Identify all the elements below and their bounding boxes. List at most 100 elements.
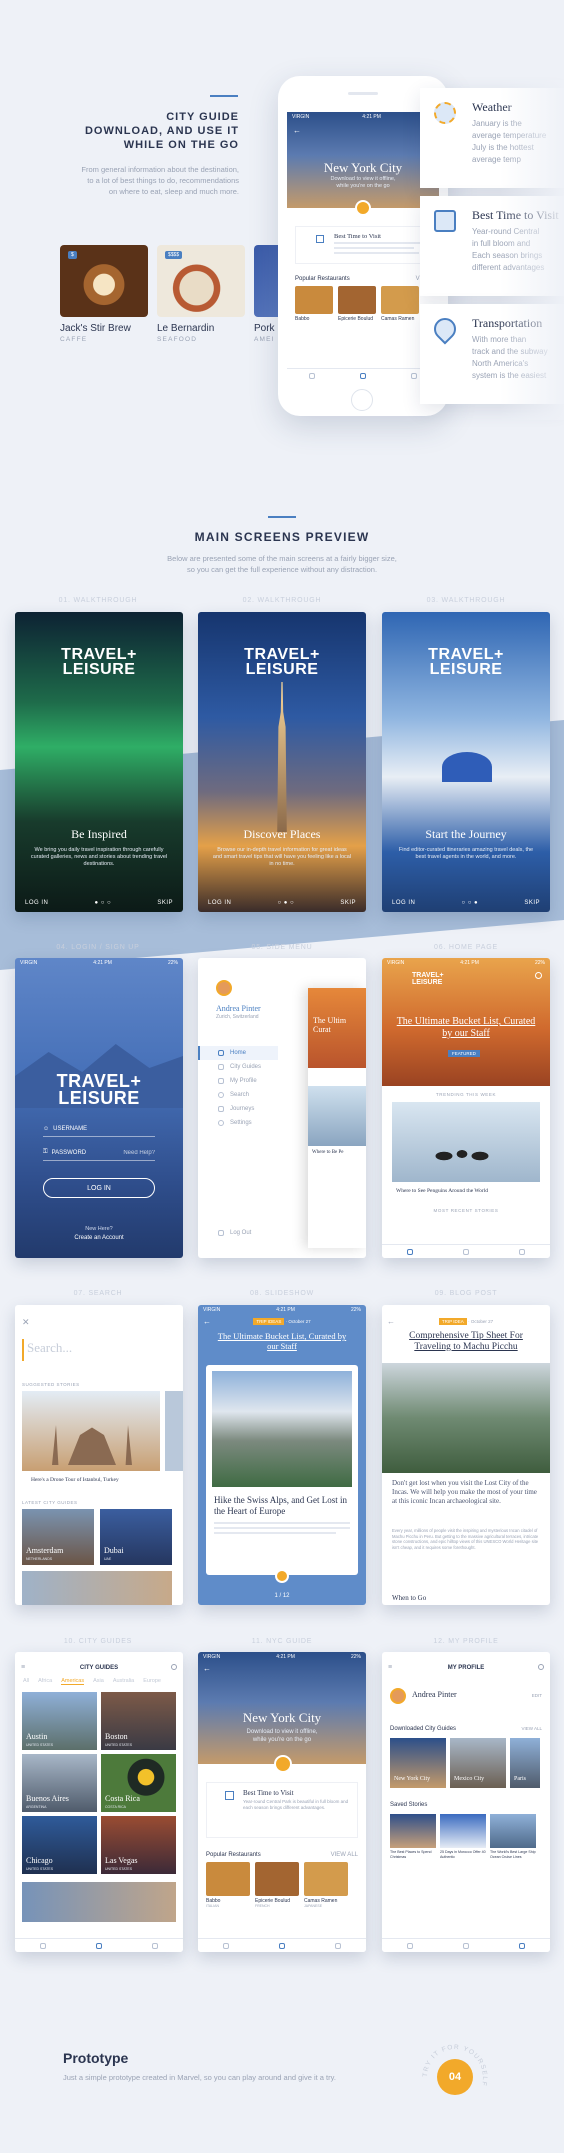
- walkthrough-screen-2: TRAVEL+ LEISURE Discover Places Browse ou…: [198, 612, 366, 912]
- login-screen: VIRGIN 4:21 PM 22% TRAVEL+ LEISURE ☺ USERNAM…: [15, 958, 183, 1258]
- skip-link[interactable]: SKIP: [524, 900, 540, 906]
- tab-americas[interactable]: Americas: [61, 1678, 85, 1685]
- calendar-icon: [316, 235, 324, 243]
- home-button[interactable]: [351, 389, 373, 411]
- prototype-description: Just a simple prototype created in Marve…: [63, 2073, 336, 2082]
- skip-link[interactable]: SKIP: [157, 900, 173, 906]
- restaurant-thumb[interactable]: Camas Ramen JAPANESE: [304, 1862, 348, 1908]
- login-button[interactable]: LOG IN: [43, 1178, 155, 1198]
- logout-button[interactable]: Log Out: [218, 1226, 251, 1240]
- city-card[interactable]: Buenos Aires ARGENTINA: [22, 1754, 97, 1812]
- restaurant-thumb[interactable]: Epicerie Boulud: [338, 286, 376, 322]
- back-arrow-icon[interactable]: ←: [203, 1664, 211, 1673]
- restaurant-thumb[interactable]: Babbo ITALIAN: [206, 1862, 250, 1908]
- city-card-dubai[interactable]: Dubai UAE: [100, 1509, 172, 1565]
- saved-story[interactable]: The Best Places to Spend Christmas: [390, 1814, 436, 1859]
- try-it-badge[interactable]: TRY IT FOR YOURSELF 04: [420, 2042, 490, 2112]
- home-icon[interactable]: [309, 372, 316, 379]
- edit-link[interactable]: EDIT: [532, 1693, 542, 1698]
- search-input[interactable]: Search...: [22, 1339, 175, 1361]
- menu-item-settings[interactable]: Settings: [198, 1116, 278, 1130]
- tab-all[interactable]: All: [23, 1678, 29, 1685]
- profile-icon[interactable]: [519, 1942, 525, 1949]
- trending-story[interactable]: [392, 1102, 540, 1182]
- menu-item-search[interactable]: Search: [198, 1088, 278, 1102]
- restaurant-name: Le Bernardin: [157, 323, 215, 334]
- downloaded-city[interactable]: Mexico City: [450, 1738, 506, 1788]
- profile-icon[interactable]: [152, 1942, 158, 1949]
- visit-card[interactable]: Best Time to Visit Year-round Central Pa…: [206, 1782, 358, 1838]
- view-all-link[interactable]: VIEW ALL: [521, 1726, 542, 1732]
- city-card[interactable]: Chicago UNITED STATES: [22, 1816, 97, 1874]
- profile-icon[interactable]: [410, 372, 417, 379]
- saved-story[interactable]: The World's Best Large Ship Ocean Cruise…: [490, 1814, 536, 1859]
- gear-icon: [218, 1120, 224, 1126]
- blog-post-screen: ← TRIP IDEA · October 27 Comprehensive T…: [382, 1305, 550, 1605]
- downloaded-city[interactable]: New York City: [390, 1738, 446, 1788]
- menu-item-journeys[interactable]: Journeys: [198, 1102, 278, 1116]
- lock-icon: ⚿: [43, 1149, 48, 1155]
- menu-item-home[interactable]: Home: [198, 1046, 278, 1060]
- visit-card[interactable]: Best Time to Visit: [295, 226, 431, 264]
- guides-icon[interactable]: [359, 372, 366, 379]
- suggested-story-peek[interactable]: [165, 1391, 183, 1471]
- restaurant-card[interactable]: $$$$ Le Bernardin SEAFOOD: [157, 245, 245, 343]
- restaurant-thumb[interactable]: Camas Ramen: [381, 286, 419, 322]
- tab-asia[interactable]: Asia: [93, 1678, 104, 1685]
- password-field[interactable]: ⚿ PASSWORD Need Help?: [43, 1145, 155, 1161]
- home-icon[interactable]: [407, 1942, 413, 1949]
- guides-icon[interactable]: [279, 1942, 285, 1949]
- tab-bar: [15, 1938, 183, 1952]
- slideshow-screen: VIRGIN 4:21 PM 22% ← TRIP IDEAS · October …: [198, 1305, 366, 1605]
- suggested-story[interactable]: [22, 1391, 160, 1471]
- downloaded-city[interactable]: Paris: [510, 1738, 540, 1788]
- city-card[interactable]: Austin UNITED STATES: [22, 1692, 97, 1750]
- tab-europe[interactable]: Europe: [143, 1678, 161, 1685]
- page-dots: ○ ● ○: [277, 900, 295, 906]
- restaurant-thumb[interactable]: Babbo: [295, 286, 333, 322]
- restaurant-category: SEAFOOD: [157, 336, 198, 343]
- create-account-link[interactable]: Create an Account: [15, 1235, 183, 1241]
- guides-icon[interactable]: [463, 1248, 469, 1255]
- guides-icon[interactable]: [463, 1942, 469, 1949]
- home-page-peek[interactable]: The Ultim Curat Where to Be Pe: [308, 988, 366, 1248]
- city-card[interactable]: Boston UNITED STATES: [101, 1692, 176, 1750]
- screen-label: 07. SEARCH: [73, 1290, 123, 1297]
- menu-list: Home City Guides My Profile Search Journ…: [198, 1046, 278, 1130]
- home-icon[interactable]: [40, 1942, 46, 1949]
- slide-card[interactable]: Hike the Swiss Alps, and Get Lost in the…: [206, 1365, 358, 1575]
- profile-icon[interactable]: [519, 1248, 525, 1255]
- menu-item-city-guides[interactable]: City Guides: [198, 1060, 278, 1074]
- slide-nav-button[interactable]: [275, 1569, 289, 1583]
- saved-story[interactable]: 25 Days in Morocco Offer 40 Authentic: [440, 1814, 486, 1859]
- city-card-amsterdam[interactable]: Amsterdam NETHERLANDS: [22, 1509, 94, 1565]
- tab-australia[interactable]: Australia: [113, 1678, 134, 1685]
- city-card[interactable]: Costa Rica COSTA RICA: [101, 1754, 176, 1812]
- home-icon[interactable]: [407, 1248, 413, 1255]
- restaurant-card[interactable]: $ Jack's Stir Brew CAFFE: [60, 245, 148, 343]
- username-field[interactable]: ☺ USERNAME: [43, 1121, 155, 1137]
- tab-africa[interactable]: Africa: [38, 1678, 52, 1685]
- home-icon[interactable]: [223, 1942, 229, 1949]
- screen-label: 09. BLOG POST: [434, 1290, 498, 1297]
- search-icon[interactable]: [535, 972, 542, 979]
- view-all-link[interactable]: VIEW ALL: [331, 1852, 358, 1858]
- download-button[interactable]: [355, 200, 371, 216]
- city-card[interactable]: Las Vegas UNITED STATES: [101, 1816, 176, 1874]
- download-button[interactable]: [274, 1755, 292, 1773]
- map-pin-icon: [429, 313, 461, 345]
- guides-icon[interactable]: [96, 1942, 102, 1949]
- profile-icon[interactable]: [335, 1942, 341, 1949]
- menu-item-profile[interactable]: My Profile: [198, 1074, 278, 1088]
- search-icon[interactable]: [171, 1664, 177, 1670]
- skip-link[interactable]: SKIP: [340, 900, 356, 906]
- need-help-link[interactable]: Need Help?: [123, 1150, 155, 1156]
- gear-icon[interactable]: [538, 1664, 544, 1670]
- login-link[interactable]: LOG IN: [208, 900, 231, 906]
- back-arrow-icon[interactable]: ←: [293, 126, 301, 135]
- login-link[interactable]: LOG IN: [25, 900, 48, 906]
- close-icon[interactable]: ✕: [22, 1317, 30, 1328]
- login-link[interactable]: LOG IN: [392, 900, 415, 906]
- featured-headline[interactable]: The Ultimate Bucket List, Curated by our…: [396, 1016, 536, 1040]
- restaurant-thumb[interactable]: Epicerie Boulud FRENCH: [255, 1862, 299, 1908]
